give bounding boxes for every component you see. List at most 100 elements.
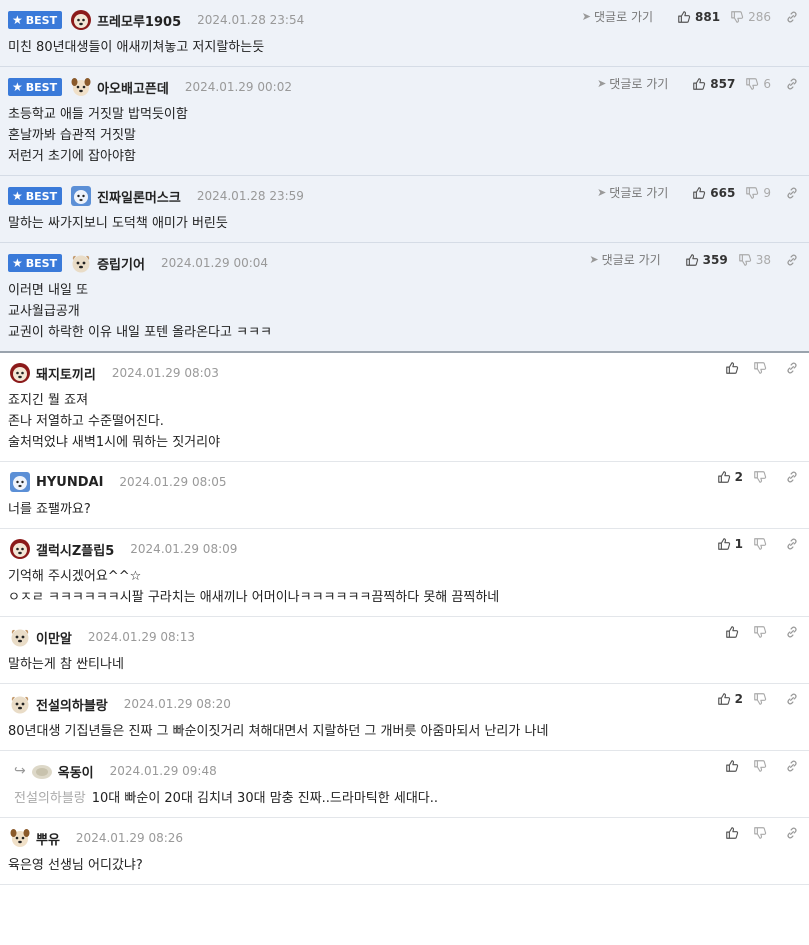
link-icon[interactable]: [785, 253, 799, 267]
nickname[interactable]: 돼지토끼리: [36, 364, 96, 383]
upvote-button[interactable]: [725, 759, 743, 773]
avatar[interactable]: [30, 759, 54, 783]
comment-date: 2024.01.29 00:02: [184, 80, 292, 94]
downvote-button[interactable]: [753, 826, 771, 840]
thumb-down-icon: [738, 253, 752, 267]
link-icon[interactable]: [785, 625, 799, 639]
comment-actions: 2: [707, 692, 799, 706]
link-icon[interactable]: [785, 10, 799, 24]
downvote-button[interactable]: 286: [730, 10, 771, 24]
thumb-down-icon: [745, 186, 759, 200]
link-icon[interactable]: [785, 826, 799, 840]
thumb-up-icon: [717, 692, 731, 706]
nickname[interactable]: 증립기어: [97, 254, 145, 273]
comment-actions: ➤ 댓글로 가기 857 6: [597, 75, 799, 92]
avatar[interactable]: [69, 184, 93, 208]
link-icon[interactable]: [785, 361, 799, 375]
nickname[interactable]: 진짜일론머스크: [97, 187, 181, 206]
downvote-button[interactable]: [753, 470, 771, 484]
comment-date: 2024.01.29 00:04: [160, 256, 269, 270]
upvote-count: 857: [710, 76, 736, 91]
goto-comment-link[interactable]: ➤ 댓글로 가기: [597, 184, 668, 201]
downvote-button[interactable]: [753, 692, 771, 706]
comment-body: 죠지긴 뭘 죠져 존나 저열하고 수준떨어진다. 술처먹었냐 새벽1시에 뭐하는…: [8, 390, 799, 453]
upvote-button[interactable]: [725, 826, 743, 840]
best-label: BEST: [25, 80, 58, 94]
link-icon[interactable]: [785, 470, 799, 484]
link-icon[interactable]: [785, 186, 799, 200]
comment-line: 너를 죠팰까요?: [8, 502, 91, 517]
upvote-button[interactable]: 359: [685, 253, 728, 267]
comment-line: 교권이 하락한 이유 내일 포텐 올라온다고 ㅋㅋㅋ: [8, 325, 272, 340]
comment-item: ★ BEST 프레모루1905 2024.01.28 23:54 ➤ 댓글로 가기 …: [0, 0, 809, 67]
nickname[interactable]: 옥동이: [58, 762, 94, 781]
comment-actions: [715, 826, 799, 840]
upvote-button[interactable]: [725, 625, 743, 639]
nickname[interactable]: 갤럭시Z플립5: [36, 540, 114, 559]
avatar[interactable]: [69, 75, 93, 99]
avatar[interactable]: [8, 361, 32, 385]
upvote-button[interactable]: 2: [717, 692, 743, 706]
upvote-button[interactable]: 665: [692, 186, 735, 200]
comment-actions: [715, 361, 799, 375]
thumb-down-icon: [753, 759, 767, 773]
thumb-up-icon: [717, 470, 731, 484]
downvote-button[interactable]: 6: [745, 77, 771, 91]
nickname[interactable]: 프레모루1905: [97, 11, 181, 30]
best-badge: ★ BEST: [8, 11, 63, 29]
nickname[interactable]: HYUNDAI: [36, 475, 103, 490]
comment-body: 이러면 내일 또 교사월급공개 교권이 하락한 이유 내일 포텐 올라온다고 ㅋ…: [8, 280, 799, 343]
avatar[interactable]: [8, 470, 32, 494]
upvote-button[interactable]: 2: [717, 470, 743, 484]
goto-comment-link[interactable]: ➤ 댓글로 가기: [597, 75, 668, 92]
upvote-button[interactable]: [725, 361, 743, 375]
send-arrow-icon: ➤: [581, 10, 592, 23]
nickname[interactable]: 전설의하블랑: [36, 695, 108, 714]
nickname[interactable]: 뿌유: [36, 829, 60, 848]
downvote-button[interactable]: [753, 759, 771, 773]
star-icon: ★: [12, 80, 23, 94]
upvote-count: 2: [734, 470, 743, 484]
downvote-button[interactable]: 9: [745, 186, 771, 200]
avatar[interactable]: [69, 8, 93, 32]
avatar[interactable]: [69, 251, 93, 275]
nickname[interactable]: 이만알: [36, 628, 72, 647]
thumb-up-icon: [685, 253, 699, 267]
star-icon: ★: [12, 13, 23, 27]
thumb-down-icon: [730, 10, 744, 24]
upvote-button[interactable]: 857: [692, 77, 735, 91]
upvote-button[interactable]: 1: [717, 537, 743, 551]
downvote-button[interactable]: [753, 625, 771, 639]
thumb-down-icon: [753, 826, 767, 840]
send-arrow-icon: ➤: [597, 186, 607, 199]
star-icon: ★: [12, 256, 23, 270]
avatar[interactable]: [8, 537, 32, 561]
link-icon[interactable]: [785, 759, 799, 773]
avatar[interactable]: [8, 692, 32, 716]
goto-comment-link[interactable]: ➤ 댓글로 가기: [589, 251, 660, 268]
thumb-up-icon: [692, 77, 706, 91]
downvote-button[interactable]: [753, 361, 771, 375]
goto-comment-link[interactable]: ➤ 댓글로 가기: [582, 8, 653, 25]
comment-date: 2024.01.29 08:20: [123, 697, 231, 711]
goto-label: 댓글로 가기: [609, 186, 669, 200]
link-icon[interactable]: [785, 77, 799, 91]
downvote-button[interactable]: 38: [738, 253, 771, 267]
avatar[interactable]: [8, 826, 32, 850]
comment-line: 교사월급공개: [8, 304, 80, 319]
upvote-button[interactable]: 881: [677, 10, 720, 24]
comment-date: 2024.01.28 23:54: [197, 13, 305, 27]
comment-item: 갤럭시Z플립5 2024.01.29 08:09 1 기억해 주시겠어요^^☆ …: [0, 529, 809, 617]
avatar[interactable]: [8, 625, 32, 649]
star-icon: ★: [12, 189, 23, 203]
comment-body: 육은영 선생님 어디갔냐?: [8, 855, 799, 876]
link-icon[interactable]: [785, 692, 799, 706]
upvote-count: 2: [734, 692, 743, 706]
downvote-button[interactable]: [753, 537, 771, 551]
comment-actions: [715, 625, 799, 639]
nickname[interactable]: 아오배고픈데: [97, 78, 169, 97]
comment-date: 2024.01.29 08:26: [75, 831, 184, 845]
mention-nickname[interactable]: 전설의하블랑: [14, 791, 86, 806]
comment-body: 미친 80년대생들이 애새끼쳐놓고 저지랄하는듯: [8, 37, 799, 58]
link-icon[interactable]: [785, 537, 799, 551]
